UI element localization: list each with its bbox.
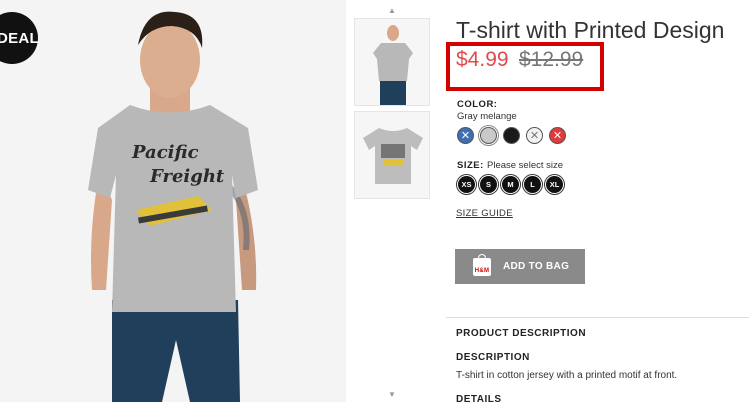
unavailable-x-icon: ✕ [529, 130, 540, 142]
description-heading: DESCRIPTION [456, 352, 530, 363]
add-to-bag-label: ADD TO BAG [503, 261, 570, 272]
thumbnail-model-image [355, 19, 429, 105]
product-title: T-shirt with Printed Design [456, 17, 725, 43]
size-guide-link[interactable]: SIZE GUIDE [456, 208, 513, 219]
chevron-up-icon[interactable]: ▲ [354, 6, 430, 15]
main-product-image[interactable]: Pacific Freight DEAL [0, 0, 346, 402]
color-swatch-blue[interactable]: ✕ [457, 127, 474, 144]
shirt-print-line2: Freight [149, 166, 225, 187]
description-text: T-shirt in cotton jersey with a printed … [456, 370, 678, 381]
chevron-down-icon[interactable]: ▼ [354, 390, 430, 399]
size-label: SIZE: [457, 160, 484, 171]
color-swatch-gray-melange[interactable] [480, 127, 497, 144]
color-swatch-black[interactable] [503, 127, 520, 144]
section-divider [446, 317, 749, 318]
color-swatch-white[interactable]: ✕ [526, 127, 543, 144]
thumbnail-shirt-image [355, 112, 429, 198]
product-description-heading: PRODUCT DESCRIPTION [456, 328, 587, 339]
model-photo: Pacific Freight [0, 0, 346, 402]
sale-price: $4.99 [456, 48, 509, 71]
thumbnail-model[interactable] [354, 18, 430, 106]
size-prompt: Please select size [487, 160, 564, 171]
size-option-xs[interactable]: XS [458, 176, 475, 193]
shopping-bag-icon: H&M [473, 253, 491, 276]
selected-color-name: Gray melange [457, 111, 517, 122]
color-swatch-red[interactable]: ✕ [549, 127, 566, 144]
original-price: $12.99 [519, 48, 584, 71]
color-label: COLOR: [457, 99, 498, 110]
add-to-bag-button[interactable]: H&M ADD TO BAG [455, 249, 585, 284]
details-heading: DETAILS [456, 394, 502, 402]
thumbnail-shirt[interactable] [354, 111, 430, 199]
size-option-l[interactable]: L [524, 176, 541, 193]
size-option-s[interactable]: S [480, 176, 497, 193]
size-option-xl[interactable]: XL [546, 176, 563, 193]
unavailable-x-icon: ✕ [460, 130, 471, 142]
unavailable-x-icon: ✕ [552, 130, 563, 142]
thumbnail-strip: ▲ ▼ [354, 0, 430, 402]
shirt-print-line1: Pacific [131, 142, 199, 163]
size-option-m[interactable]: M [502, 176, 519, 193]
